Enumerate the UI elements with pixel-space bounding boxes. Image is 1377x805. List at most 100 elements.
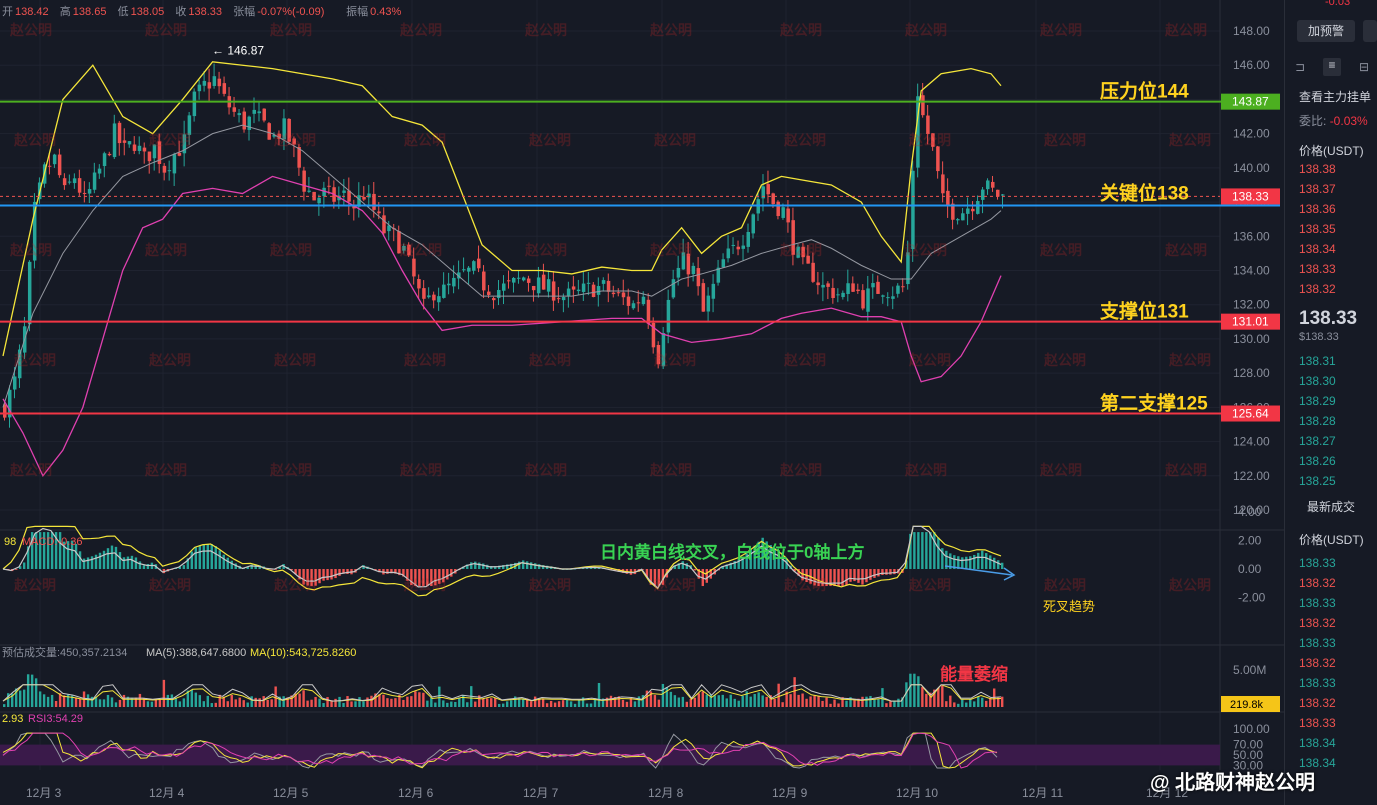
volume-bar — [62, 695, 66, 707]
volume-bar — [981, 697, 984, 707]
volume-bar — [170, 694, 174, 707]
candle-body — [217, 78, 222, 87]
volume-bar — [258, 698, 261, 707]
ask-price-row[interactable]: 138.34 — [1299, 242, 1336, 256]
ohlc-value: -0.07%(-0.09) — [257, 6, 324, 18]
candle-body — [497, 289, 501, 299]
volume-bar — [30, 674, 34, 707]
candle-body — [631, 303, 636, 309]
candle-body — [591, 284, 596, 297]
depth-bids-icon[interactable]: ≡ — [1323, 58, 1341, 76]
volume-bar — [765, 696, 768, 707]
price-tick-label: 148.00 — [1233, 24, 1270, 38]
candle-body — [731, 244, 736, 246]
volume-bar — [242, 700, 245, 707]
ask-price-row[interactable]: 138.38 — [1299, 162, 1336, 176]
latest-trades-title[interactable]: 最新成交 — [1307, 498, 1355, 515]
depth-both-icon[interactable]: ⊐ — [1295, 60, 1305, 74]
volume-bar — [861, 696, 864, 707]
volume-bar — [877, 699, 880, 707]
candle-body — [641, 296, 646, 305]
volume-bar — [569, 701, 573, 707]
macd-histogram-bar — [226, 557, 229, 569]
bid-price-row[interactable]: 138.28 — [1299, 414, 1336, 428]
candle-body — [417, 279, 421, 289]
volume-bar — [254, 697, 257, 707]
volume-bar — [434, 702, 437, 707]
candle-body — [192, 91, 197, 117]
macd-histogram-bar — [881, 569, 884, 575]
max-price-label: ← 146.87 — [212, 43, 264, 57]
candle-body — [781, 207, 785, 218]
ohlc-key: 高 — [60, 4, 71, 18]
candle-body — [726, 248, 731, 259]
candle-body — [377, 211, 381, 214]
candle-body — [232, 107, 237, 112]
bid-price-row[interactable]: 138.29 — [1299, 394, 1336, 408]
candle-body — [422, 288, 426, 299]
candle-body — [477, 258, 481, 269]
macd-histogram-bar — [889, 569, 892, 575]
candle-body — [941, 174, 945, 194]
ask-price-row[interactable]: 138.37 — [1299, 182, 1336, 196]
ask-price-row[interactable]: 138.33 — [1299, 262, 1336, 276]
alert-more-button[interactable] — [1363, 20, 1377, 42]
volume-bar — [354, 701, 357, 707]
macd-histogram-bar — [865, 569, 868, 583]
depth-title[interactable]: 查看主力挂单 — [1299, 88, 1371, 105]
bid-price-row[interactable]: 138.27 — [1299, 434, 1336, 448]
ask-price-row[interactable]: 138.32 — [1299, 282, 1336, 296]
macd-histogram-bar — [102, 550, 106, 569]
macd-histogram-bar — [222, 554, 225, 569]
volume-bar — [334, 698, 337, 707]
price-tick-label: 124.00 — [1233, 435, 1270, 449]
last-price-usd: $138.33 — [1299, 331, 1339, 343]
candle-body — [62, 178, 67, 186]
volume-bar — [182, 698, 186, 707]
candle-body — [397, 231, 401, 254]
volume-bar — [753, 694, 756, 707]
bid-price-row[interactable]: 138.25 — [1299, 474, 1336, 488]
candle-body — [691, 265, 696, 275]
candle-body — [581, 283, 586, 292]
add-alert-button[interactable]: 加预警 — [1297, 20, 1355, 42]
order-book-panel: -0.03 加预警 ⊐ ≡ ⊟ 查看主力挂单 委比: -0.03% 价格(USD… — [1284, 0, 1377, 805]
volume-bar — [817, 695, 820, 707]
candle-body — [147, 151, 152, 162]
candle-body — [447, 283, 451, 286]
volume-bar — [230, 695, 233, 707]
volume-bar — [234, 699, 237, 707]
candle-body — [771, 193, 775, 205]
volume-bar — [733, 698, 736, 707]
volume-bar — [889, 701, 892, 707]
candle-body — [881, 295, 885, 297]
macd-histogram-bar — [877, 569, 880, 577]
candle-body — [307, 190, 311, 192]
volume-bar — [729, 694, 732, 707]
macd-histogram-bar — [705, 569, 708, 583]
volume-bar — [597, 682, 601, 707]
candle-body — [541, 274, 546, 290]
candle-body — [841, 292, 845, 298]
macd-histogram-bar — [330, 569, 333, 580]
candle-body — [177, 152, 182, 156]
macd-histogram-bar — [985, 553, 988, 569]
volume-bar — [941, 685, 944, 707]
candle-body — [556, 298, 561, 300]
macd-histogram-bar — [90, 556, 94, 569]
bid-price-row[interactable]: 138.26 — [1299, 454, 1336, 468]
volume-bar — [805, 698, 808, 707]
candle-body — [132, 144, 137, 151]
ask-price-row[interactable]: 138.36 — [1299, 202, 1336, 216]
macd-histogram-bar — [817, 569, 820, 587]
bid-price-row[interactable]: 138.30 — [1299, 374, 1336, 388]
depth-asks-icon[interactable]: ⊟ — [1359, 60, 1369, 74]
macd-histogram-bar — [310, 569, 313, 587]
ask-price-row[interactable]: 138.35 — [1299, 222, 1336, 236]
bid-price-row[interactable]: 138.31 — [1299, 354, 1336, 368]
candle-body — [327, 185, 331, 187]
candle-body — [971, 208, 975, 212]
candle-body — [247, 116, 252, 130]
candle-body — [741, 245, 746, 249]
volume-bar — [430, 697, 433, 707]
